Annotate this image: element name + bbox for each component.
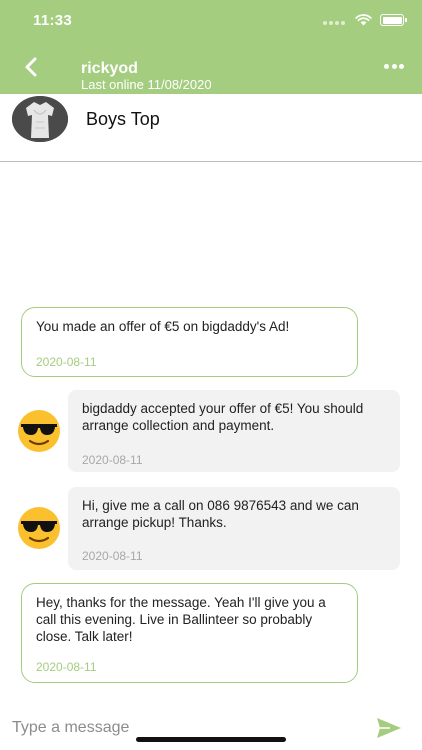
- message-date: 2020-08-11: [82, 453, 143, 467]
- message-text: You made an offer of €5 on bigdaddy's Ad…: [36, 319, 290, 334]
- message-composer: [0, 703, 422, 750]
- status-icons: [323, 13, 407, 27]
- send-icon: [377, 718, 401, 738]
- message-date: 2020-08-11: [36, 355, 97, 369]
- battery-icon: [380, 14, 407, 26]
- wifi-icon: [355, 14, 372, 26]
- message-date: 2020-08-11: [36, 660, 97, 674]
- chat-header: 11:33 rickyod Last online 11/08/2020: [0, 0, 422, 94]
- status-time: 11:33: [33, 12, 73, 29]
- message-text: Hey, thanks for the message. Yeah I'll g…: [36, 595, 326, 644]
- chevron-left-icon: [25, 57, 37, 77]
- last-online-text: Last online 11/08/2020: [81, 77, 212, 92]
- send-button[interactable]: [376, 717, 402, 739]
- more-options-button[interactable]: [384, 61, 404, 71]
- message-bubble-incoming: bigdaddy accepted your offer of €5! You …: [68, 390, 400, 472]
- message-bubble-outgoing: You made an offer of €5 on bigdaddy's Ad…: [21, 307, 358, 377]
- item-thumbnail: [12, 96, 68, 142]
- item-title: Boys Top: [86, 109, 160, 129]
- more-horizontal-icon: [384, 63, 389, 69]
- signal-icon: [323, 15, 347, 25]
- emoji-avatar-icon: [18, 507, 60, 549]
- back-button[interactable]: [20, 55, 44, 79]
- chat-user-name[interactable]: rickyod: [81, 60, 138, 78]
- listing-bar[interactable]: Boys Top: [0, 94, 422, 162]
- message-date: 2020-08-11: [82, 549, 143, 563]
- message-bubble-incoming: Hi, give me a call on 086 9876543 and we…: [68, 487, 400, 570]
- message-bubble-outgoing: Hey, thanks for the message. Yeah I'll g…: [21, 583, 358, 683]
- home-indicator: [136, 737, 286, 742]
- message-list: You made an offer of €5 on bigdaddy's Ad…: [0, 163, 422, 703]
- message-text: bigdaddy accepted your offer of €5! You …: [82, 401, 364, 433]
- message-text: Hi, give me a call on 086 9876543 and we…: [82, 498, 359, 530]
- emoji-avatar-icon: [18, 410, 60, 452]
